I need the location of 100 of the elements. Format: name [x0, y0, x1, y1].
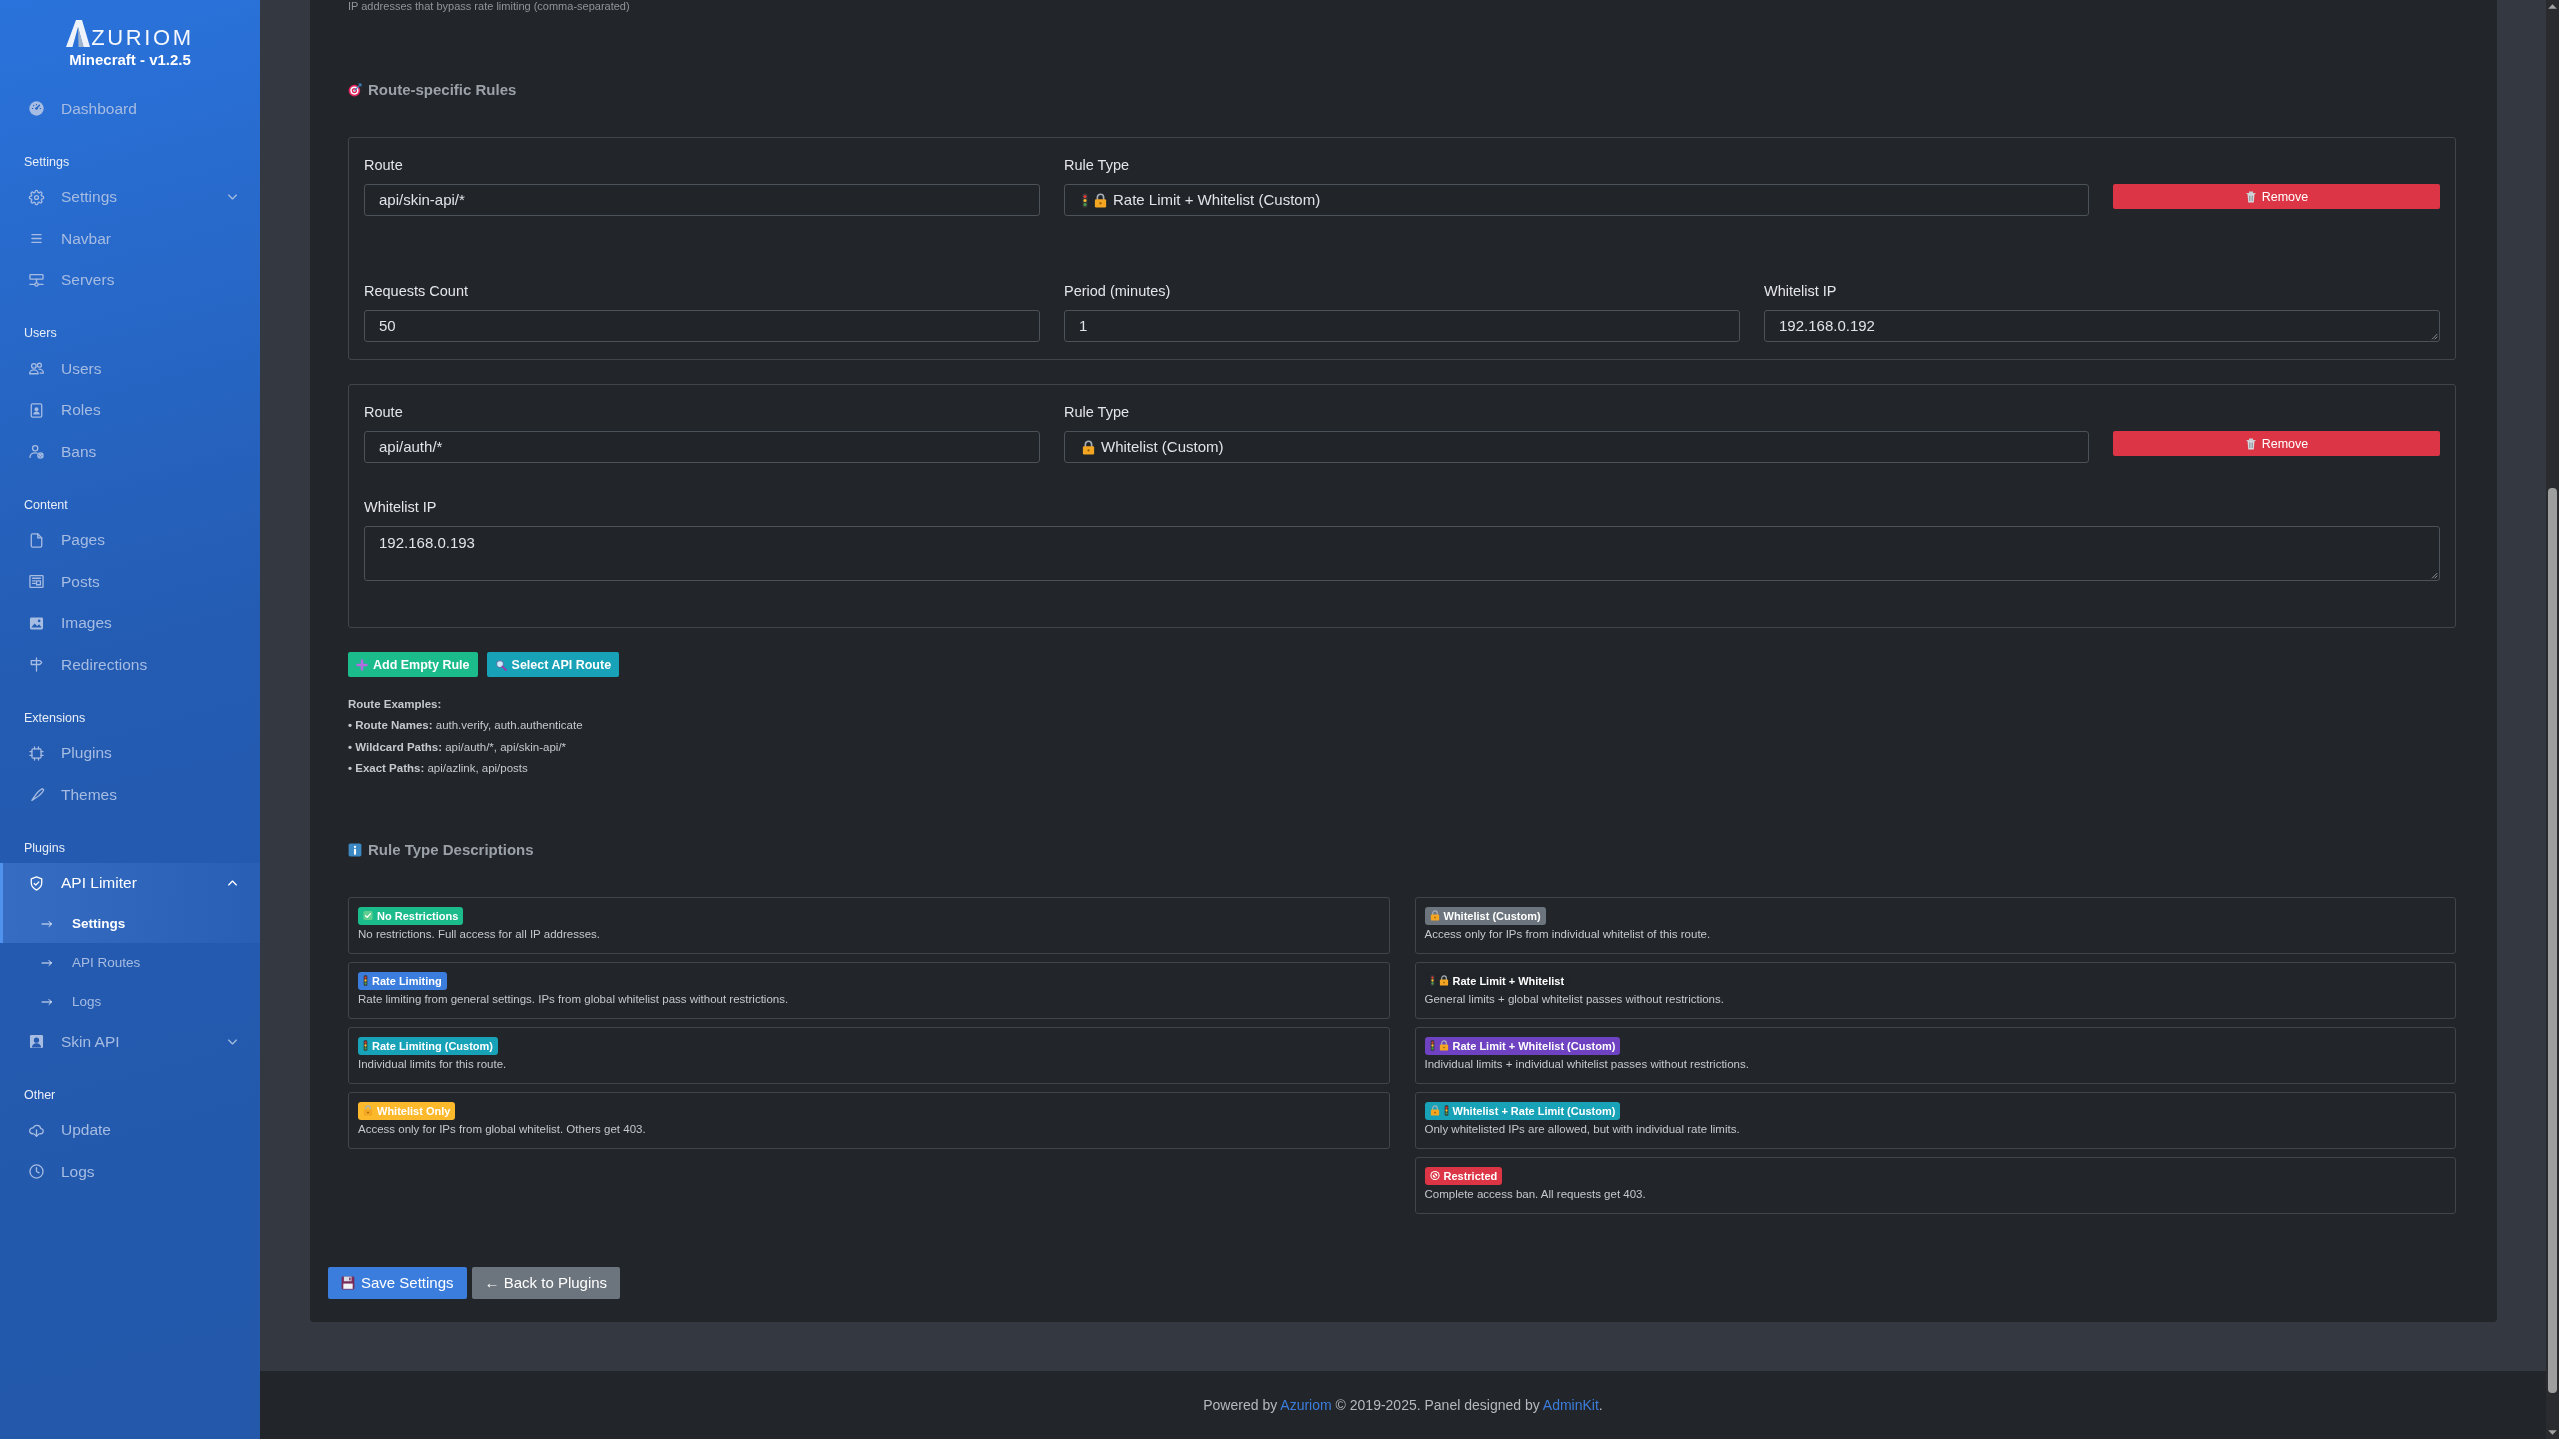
sidebar-item[interactable]: Images [0, 602, 260, 644]
traffic-light-icon [1443, 1105, 1449, 1116]
remove-button[interactable]: Remove [2113, 431, 2440, 456]
check-icon [363, 910, 373, 921]
logo-icon [66, 19, 91, 47]
rule-type-select[interactable]: Whitelist (Custom) [1064, 431, 2089, 463]
shield-check-icon [28, 874, 45, 892]
rule-type-description: Individual limits for this route. [358, 1056, 508, 1072]
input-field[interactable]: 50 [364, 310, 1040, 342]
lock-icon [1429, 1105, 1440, 1116]
lock-icon [1094, 192, 1107, 208]
rule-type-name: Rate Limit + Whitelist (Custom) [1452, 1038, 1616, 1054]
example-line: • Wildcard Paths: api/auth/*, api/skin-api/* [348, 739, 568, 755]
file-icon [28, 531, 45, 549]
logo-text: ZURIOM [91, 29, 194, 47]
field-label: Route [364, 156, 404, 175]
example-line: • Route Names: auth.verify, auth.authenticate [348, 718, 584, 733]
sidebar-item[interactable]: Bans [0, 431, 260, 473]
trash-icon [2244, 190, 2257, 203]
rule-type-description: Only whitelisted IPs are allowed, but with individual rate limits. [1424, 1121, 1741, 1137]
search-icon [494, 658, 507, 671]
lock-icon [1082, 439, 1095, 455]
sidebar-item[interactable]: API Limiter [0, 862, 260, 904]
sidebar-item[interactable]: Posts [0, 561, 260, 603]
save-button[interactable]: Save Settings [328, 1266, 467, 1299]
rule-type-name: Rate Limiting [372, 973, 442, 989]
trash-icon [2244, 437, 2257, 450]
field-label: Whitelist IP [1764, 282, 1838, 301]
sidebar-item[interactable]: Logs [0, 1151, 260, 1193]
settings-icon [28, 188, 45, 206]
rule-type-name: Whitelist Only [377, 1103, 451, 1119]
rule-type-description: Rate limiting from general settings. IPs from global whitelist pass without restrictions. [358, 991, 790, 1007]
sidebar-subitem[interactable]: Settings [0, 904, 260, 943]
text-area[interactable]: 192.168.0.192 [1764, 310, 2440, 342]
text-area[interactable]: 192.168.0.193 [364, 526, 2440, 581]
rule-type-description: No restrictions. Full access for all IP addresses. [358, 926, 602, 942]
rule-type-description: Access only for IPs from individual whitelist of this route. [1424, 926, 1712, 942]
lock-icon [1438, 1040, 1449, 1051]
section-title: Rule Type Descriptions [368, 839, 534, 860]
lock-icon [1429, 910, 1440, 921]
sidebar-item[interactable]: Roles [0, 389, 260, 431]
rule-type-select[interactable]: Rate Limit + Whitelist (Custom) [1064, 184, 2089, 216]
section-header: Settings [23, 153, 71, 171]
scrollbar-thumb[interactable] [2548, 488, 2557, 1393]
input-field[interactable]: 1 [1064, 310, 1740, 342]
remove-button[interactable]: Remove [2113, 184, 2440, 209]
sidebar-item[interactable]: Redirections [0, 644, 260, 686]
add-rule-button[interactable]: Add Empty Rule [348, 652, 478, 677]
footer-text: Powered by Azuriom © 2019-2025. Panel designed by AdminKit. [1203, 1397, 1603, 1413]
hint-text: IP addresses that bypass rate limiting (comma-separated) [348, 0, 631, 13]
example-line: • Exact Paths: api/azlink, api/posts [348, 761, 529, 776]
info-icon [348, 842, 362, 857]
sidebar-item[interactable]: Navbar [0, 218, 260, 260]
target-icon [348, 83, 362, 97]
sidebar-subitem[interactable]: API Routes [0, 943, 260, 982]
id-card-icon [28, 401, 45, 419]
sidebar-item[interactable]: Settings [0, 176, 260, 218]
brand-subtitle: Minecraft - v1.2.5 [69, 52, 191, 68]
rule-type-name: Whitelist (Custom) [1443, 908, 1541, 924]
traffic-light-icon [1082, 192, 1088, 208]
section-title: Route-specific Rules [368, 80, 517, 100]
section-header: Other [23, 1086, 57, 1104]
sidebar-item[interactable]: Pages [0, 519, 260, 561]
prohibited-icon [1429, 1170, 1440, 1181]
user-remove-icon [28, 443, 45, 461]
field-label: Requests Count [364, 282, 469, 301]
section-header: Plugins [23, 839, 66, 857]
sidebar-item[interactable]: Users [0, 348, 260, 390]
input-field[interactable]: api/auth/* [364, 431, 1040, 463]
sidebar-item[interactable]: Servers [0, 259, 260, 301]
sidebar-item[interactable]: Plugins [0, 732, 260, 774]
field-label: Period (minutes) [1064, 282, 1172, 301]
gauge-icon [28, 100, 45, 118]
rule-type-description: Individual limits + individual whitelist passes without restrictions. [1424, 1056, 1750, 1072]
section-header: Content [23, 496, 69, 514]
traffic-light-icon [363, 1040, 368, 1051]
brush-icon [28, 786, 45, 804]
scrollbar[interactable] [2546, 0, 2559, 1439]
resize-grip-icon[interactable] [2430, 571, 2438, 579]
server-icon [28, 271, 45, 289]
traffic-light-icon [363, 975, 368, 986]
sidebar-item[interactable]: Update [0, 1109, 260, 1151]
rule-type-name: Rate Limit + Whitelist [1452, 973, 1565, 989]
sidebar-subitem[interactable]: Logs [0, 982, 260, 1021]
section-header: Users [23, 325, 58, 342]
footer-link[interactable]: Azuriom [1280, 1397, 1332, 1413]
field-label: Rule Type [1064, 156, 1131, 175]
resize-grip-icon[interactable] [2430, 332, 2438, 340]
signpost-icon [28, 656, 45, 674]
sidebar-item[interactable]: Skin API [0, 1021, 260, 1063]
back-button[interactable]: ← Back to Plugins [471, 1266, 621, 1299]
rule-type-description: Access only for IPs from global whitelist. Others get 403. [358, 1121, 647, 1137]
sidebar-item[interactable]: Dashboard [0, 88, 260, 130]
rule-type-name: Restricted [1443, 1168, 1498, 1184]
rule-type-description: Complete access ban. All requests get 403. [1424, 1186, 1647, 1202]
select-route-button[interactable]: Select API Route [486, 652, 620, 677]
sidebar-item[interactable]: Themes [0, 774, 260, 816]
lock-icon [363, 1105, 373, 1116]
input-field[interactable]: api/skin-api/* [364, 184, 1040, 216]
footer-link[interactable]: AdminKit [1542, 1397, 1599, 1413]
